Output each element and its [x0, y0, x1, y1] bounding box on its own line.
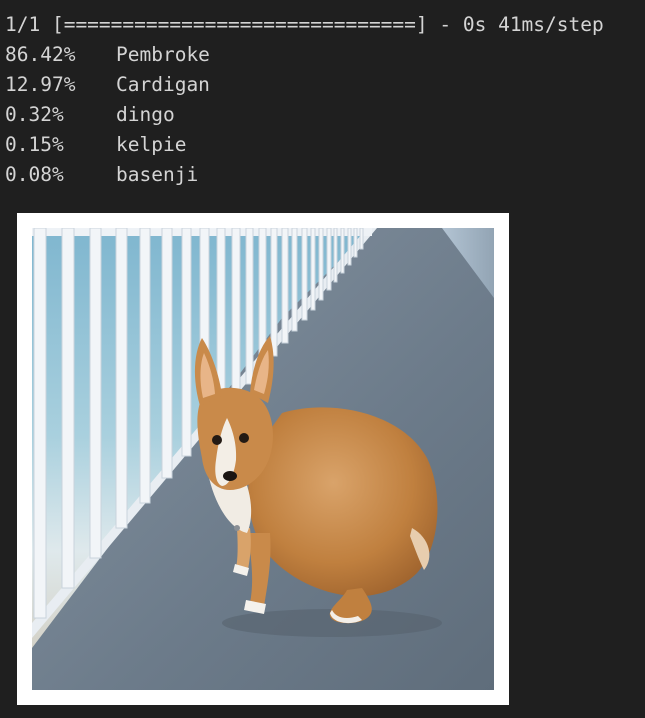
- prediction-row: 0.08% basenji: [5, 160, 643, 190]
- prediction-row: 86.42% Pembroke: [5, 40, 643, 70]
- corgi-photo-illustration: [32, 228, 494, 690]
- prediction-percent: 0.32%: [5, 103, 64, 126]
- prediction-percent: 0.08%: [5, 163, 64, 186]
- prediction-label: Cardigan: [116, 73, 210, 96]
- prediction-row: 0.15% kelpie: [5, 130, 643, 160]
- prediction-percent: 0.15%: [5, 133, 64, 156]
- prediction-percent: 86.42%: [5, 43, 76, 66]
- prediction-label: Pembroke: [116, 43, 210, 66]
- prediction-percent: 12.97%: [5, 73, 76, 96]
- image-figure: [17, 213, 509, 705]
- prediction-label: kelpie: [116, 133, 187, 156]
- prediction-label: basenji: [116, 163, 199, 186]
- prediction-label: dingo: [116, 103, 175, 126]
- prediction-row: 12.97% Cardigan: [5, 70, 643, 100]
- prediction-row: 0.32% dingo: [5, 100, 643, 130]
- progress-bar-text: 1/1 [==============================] - 0…: [5, 13, 604, 36]
- dog-photo: [32, 228, 494, 690]
- console-output: 1/1 [==============================] - 0…: [5, 10, 643, 190]
